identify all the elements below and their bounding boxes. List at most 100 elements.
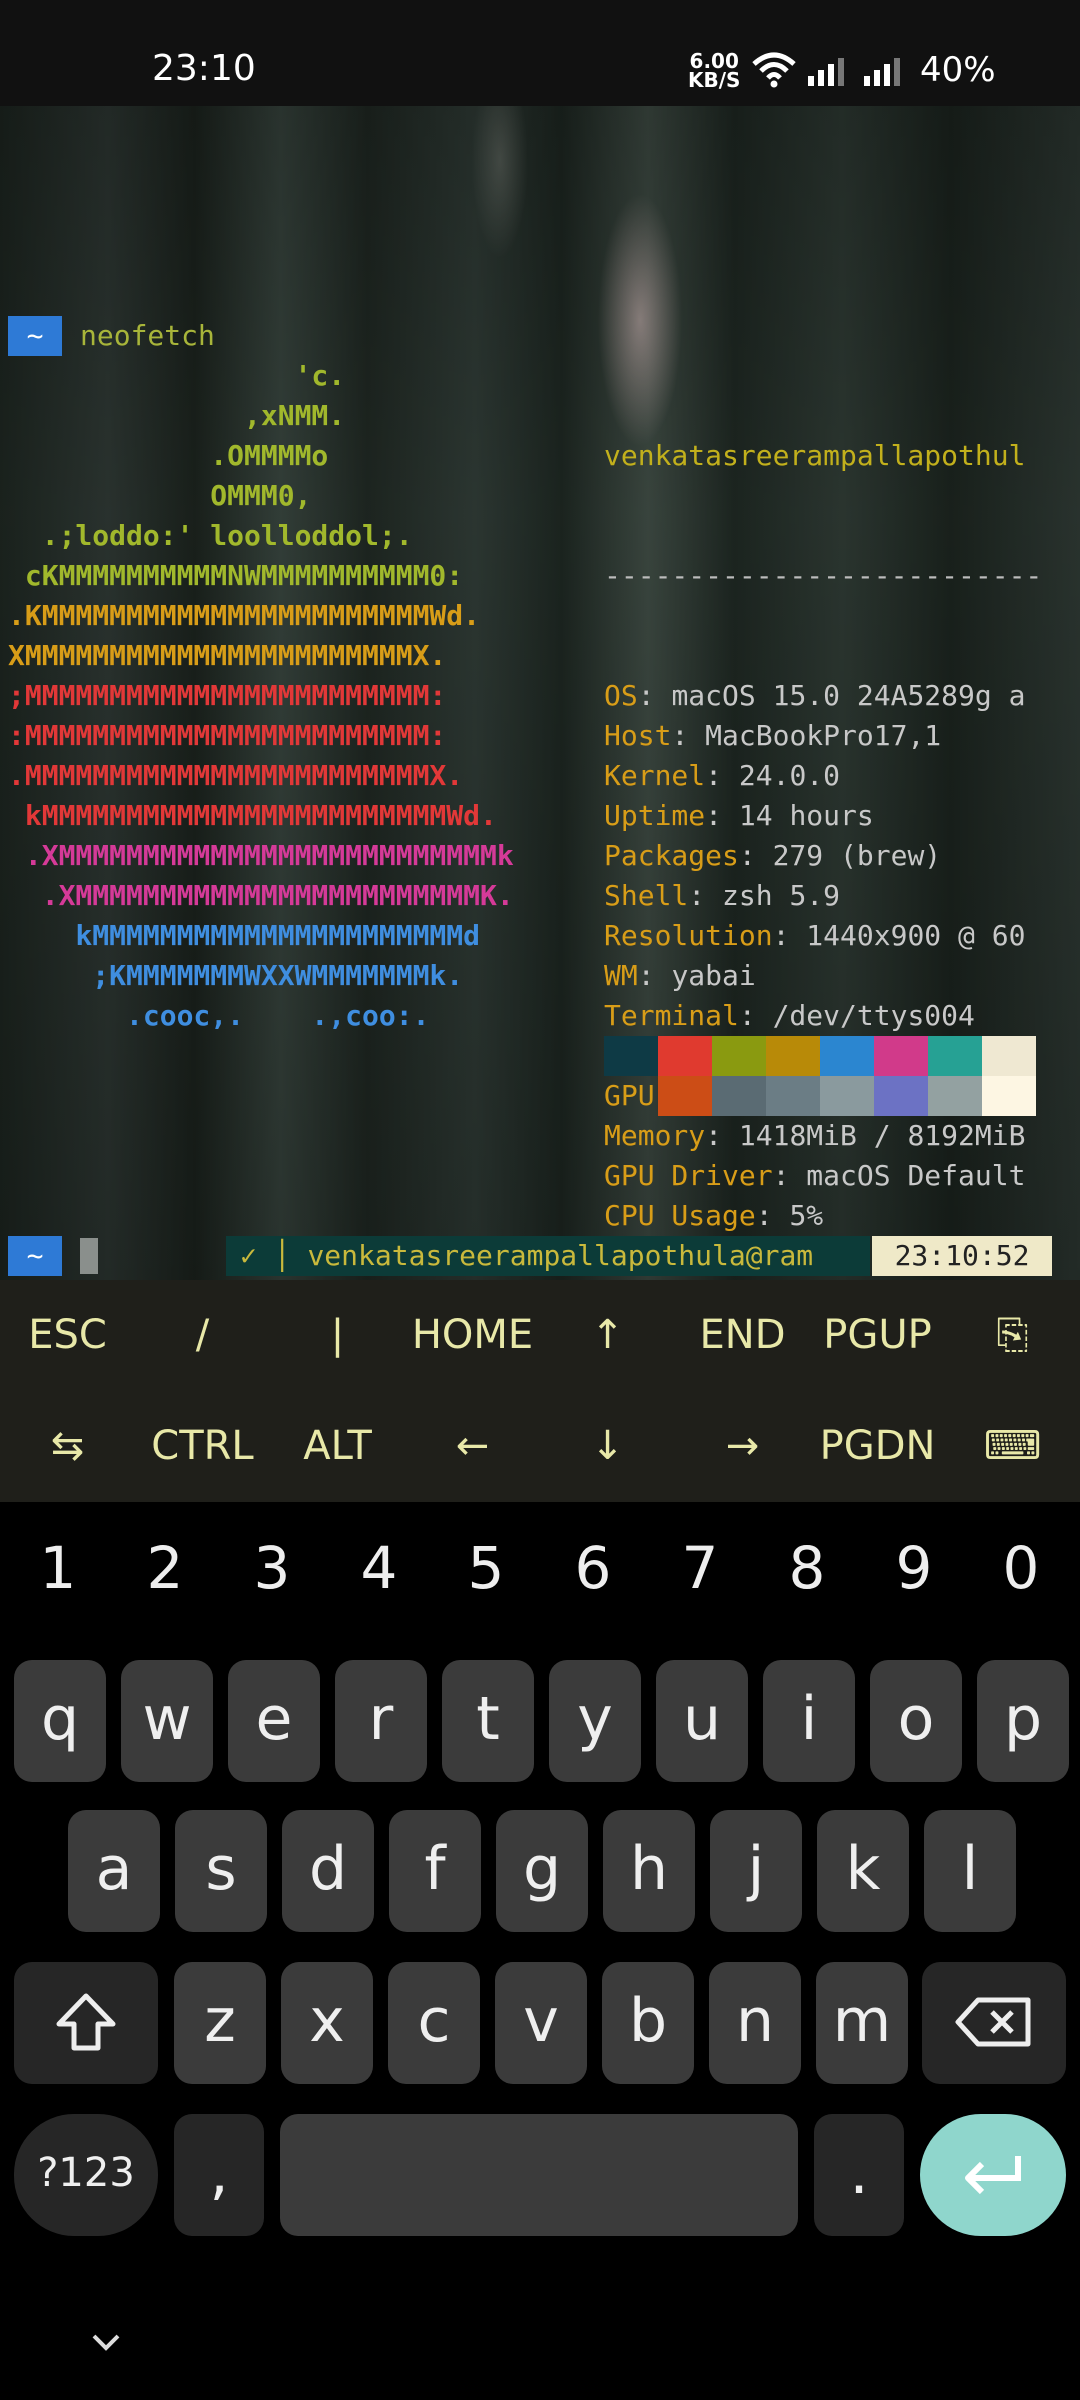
chevron-down-icon[interactable] (86, 2328, 126, 2358)
letter-key[interactable]: j (710, 1810, 802, 1932)
number-key[interactable]: 6 (539, 1534, 647, 1602)
logo-line: kMMMMMMMMMMMMMMMMMMMMMMd (8, 919, 481, 952)
color-swatch (604, 1036, 658, 1076)
letter-key[interactable]: m (816, 1962, 908, 2084)
network-speed-unit: KB/S (688, 68, 741, 92)
info-row: Host: MacBookPro17,1 (604, 719, 942, 752)
period-key[interactable]: . (814, 2114, 904, 2236)
esc-key[interactable]: ESC (0, 1280, 135, 1391)
info-row: GPU Driver: macOS Default (604, 1159, 1026, 1192)
logo-line: ,xNMM. (8, 399, 346, 432)
logo-line: 'c. (8, 359, 346, 392)
number-key[interactable]: 9 (860, 1534, 968, 1602)
info-key: Terminal (604, 999, 739, 1032)
letter-key[interactable]: t (442, 1660, 534, 1782)
pgup-key[interactable]: PGUP (810, 1280, 945, 1391)
slash-key[interactable]: / (135, 1280, 270, 1391)
pipe-key[interactable]: | (270, 1280, 405, 1391)
logo-line: .XMMMMMMMMMMMMMMMMMMMMMMMMMMk (8, 839, 514, 872)
logo-line: .XMMMMMMMMMMMMMMMMMMMMMMMMK. (8, 879, 514, 912)
number-key[interactable]: 4 (325, 1534, 433, 1602)
letter-key[interactable]: u (656, 1660, 748, 1782)
prompt-user: venkatasreerampallapothula@ram (307, 1239, 814, 1272)
letter-key[interactable]: y (549, 1660, 641, 1782)
letter-key[interactable]: g (496, 1810, 588, 1932)
color-swatch (874, 1036, 928, 1076)
logo-line: XMMMMMMMMMMMMMMMMMMMMMMMX. (8, 639, 447, 672)
logo-line: cKMMMMMMMMMMNWMMMMMMMMMM0: (8, 559, 464, 592)
info-row: Kernel: 24.0.0 (604, 759, 841, 792)
letter-key[interactable]: e (228, 1660, 320, 1782)
letter-key[interactable]: z (174, 1962, 266, 2084)
info-key: Shell (604, 879, 689, 912)
tab-icon[interactable]: ⇆ (0, 1391, 135, 1502)
number-key[interactable]: 0 (967, 1534, 1075, 1602)
letter-key[interactable]: n (709, 1962, 801, 2084)
letter-key[interactable]: c (388, 1962, 480, 2084)
color-swatch (982, 1076, 1036, 1116)
letter-key[interactable]: o (870, 1660, 962, 1782)
number-key[interactable]: 3 (218, 1534, 326, 1602)
letter-key[interactable]: h (603, 1810, 695, 1932)
enter-key[interactable] (920, 2114, 1066, 2236)
comma-key[interactable]: , (174, 2114, 264, 2236)
arrow-down-key[interactable]: ↓ (540, 1391, 675, 1502)
shift-key[interactable] (14, 1962, 158, 2084)
letter-key[interactable]: x (281, 1962, 373, 2084)
number-key[interactable]: 1 (4, 1534, 112, 1602)
neofetch-info: venkatasreerampallapothul --------------… (604, 356, 1042, 1276)
letter-key[interactable]: q (14, 1660, 106, 1782)
color-swatch (874, 1076, 928, 1116)
symbols-key[interactable]: ?123 (14, 2114, 158, 2236)
command-text: neofetch (80, 319, 215, 352)
letter-key[interactable]: a (68, 1810, 160, 1932)
ctrl-key[interactable]: CTRL (135, 1391, 270, 1502)
letter-key[interactable]: d (282, 1810, 374, 1932)
keyboard-icon[interactable]: ⌨ (945, 1391, 1080, 1502)
logo-line: .MMMMMMMMMMMMMMMMMMMMMMMMX. (8, 759, 464, 792)
letter-key[interactable]: r (335, 1660, 427, 1782)
shift-icon (56, 1993, 116, 2051)
home-key[interactable]: HOME (405, 1280, 540, 1391)
end-key[interactable]: END (675, 1280, 810, 1391)
color-swatch (766, 1036, 820, 1076)
color-swatch (820, 1036, 874, 1076)
number-key[interactable]: 8 (753, 1534, 861, 1602)
letter-key[interactable]: k (817, 1810, 909, 1932)
alt-key[interactable]: ALT (270, 1391, 405, 1502)
info-value: macOS Default (806, 1159, 1026, 1192)
info-value: /dev/ttys004 (772, 999, 975, 1032)
info-row: Shell: zsh 5.9 (604, 879, 841, 912)
pgdn-key[interactable]: PGDN (810, 1391, 945, 1502)
number-key[interactable]: 7 (646, 1534, 754, 1602)
number-key[interactable]: 2 (111, 1534, 219, 1602)
letter-key[interactable]: p (977, 1660, 1069, 1782)
signal-icon (864, 58, 900, 86)
letter-key[interactable]: b (602, 1962, 694, 2084)
logo-line: kMMMMMMMMMMMMMMMMMMMMMMMMWd. (8, 799, 497, 832)
arrow-up-key[interactable]: ↑ (540, 1280, 675, 1391)
logo-line: .KMMMMMMMMMMMMMMMMMMMMMMMWd. (8, 599, 481, 632)
letter-key[interactable]: f (389, 1810, 481, 1932)
letter-key[interactable]: w (121, 1660, 213, 1782)
space-key[interactable] (280, 2114, 798, 2236)
arrow-right-key[interactable]: → (675, 1391, 810, 1502)
backspace-key[interactable] (922, 1962, 1066, 2084)
info-key: Resolution (604, 919, 773, 952)
network-speed: 6.00 KB/S (688, 51, 741, 92)
separator-line: -------------------------- (604, 559, 1043, 592)
info-row: Uptime: 14 hours (604, 799, 874, 832)
arrow-left-key[interactable]: ← (405, 1391, 540, 1502)
letter-key[interactable]: v (495, 1962, 587, 2084)
info-key: Uptime (604, 799, 706, 832)
letter-key[interactable]: s (175, 1810, 267, 1932)
letter-key[interactable]: l (924, 1810, 1016, 1932)
paste-icon[interactable]: ⎘ (945, 1280, 1080, 1391)
info-value: 1440x900 @ 60 (806, 919, 1026, 952)
info-key: CPU Usage (604, 1199, 756, 1232)
number-key[interactable]: 5 (432, 1534, 540, 1602)
letter-key[interactable]: i (763, 1660, 855, 1782)
info-value: 14 hours (738, 799, 874, 832)
info-row: Memory: 1418MiB / 8192MiB (604, 1119, 1026, 1152)
info-key: Kernel (604, 759, 706, 792)
